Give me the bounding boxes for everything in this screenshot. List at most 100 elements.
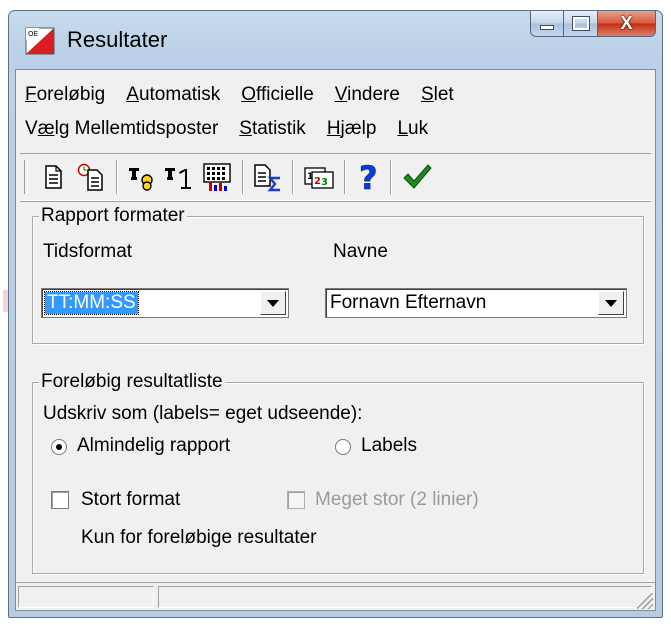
sum-report-icon bbox=[254, 164, 280, 192]
menu-label: tatistik bbox=[251, 118, 306, 139]
toolbar-grip[interactable] bbox=[24, 160, 28, 194]
names-value: Fornavn Efternavn bbox=[330, 292, 487, 313]
menu-automatisk[interactable]: Automatisk bbox=[121, 82, 225, 112]
menu-slet[interactable]: Slet bbox=[416, 82, 459, 112]
radio-normal-report[interactable] bbox=[51, 439, 67, 455]
toolbar-separator bbox=[116, 160, 118, 194]
calendar-chart-icon bbox=[203, 163, 231, 191]
document-icon bbox=[45, 165, 62, 189]
large-format-label[interactable]: Stort format bbox=[81, 489, 180, 511]
toolbar-separator bbox=[292, 160, 294, 194]
names-label: Navne bbox=[333, 241, 388, 262]
status-panel-1 bbox=[18, 586, 154, 608]
menu-label: oreløbig bbox=[36, 84, 106, 105]
menu-statistik[interactable]: Statistik bbox=[234, 116, 311, 146]
menu-label: lg Mellemtidsposter bbox=[54, 118, 219, 139]
menu-label: V bbox=[25, 118, 38, 139]
maximize-button[interactable] bbox=[564, 11, 598, 37]
prelim-results-group: Foreløbig resultatliste Udskriv som (lab… bbox=[32, 371, 644, 574]
svg-text:3: 3 bbox=[321, 177, 328, 188]
menu-officielle[interactable]: Officielle bbox=[236, 82, 319, 112]
radio-labels[interactable] bbox=[335, 439, 351, 455]
names-select[interactable]: Fornavn Efternavn bbox=[325, 288, 627, 318]
very-large-checkbox[interactable] bbox=[287, 491, 305, 509]
sum-report-button[interactable] bbox=[250, 160, 284, 194]
dropdown-button[interactable] bbox=[260, 291, 286, 315]
menu-mnemonic: æ bbox=[37, 118, 55, 139]
very-large-label: Meget stor (2 linier) bbox=[315, 489, 479, 510]
prelim-only-note: Kun for foreløbige resultater bbox=[81, 527, 317, 548]
toolbar: 1 2 3 ? bbox=[20, 153, 651, 201]
large-format-checkbox[interactable] bbox=[51, 491, 69, 509]
svg-text:2: 2 bbox=[314, 176, 321, 187]
caption-buttons: X bbox=[530, 11, 656, 41]
time-format-value: TT:MM:SS bbox=[44, 291, 139, 315]
menu-vindere[interactable]: Vindere bbox=[330, 82, 405, 112]
menu-mnemonic: O bbox=[241, 84, 257, 105]
help-icon: ? bbox=[359, 161, 378, 193]
window-title: Resultater bbox=[67, 27, 168, 52]
menu-bar-row-2: Vælg Mellemtidsposter Statistik Hjælp Lu… bbox=[20, 116, 444, 146]
numbered-cards-icon: 1 2 3 bbox=[304, 167, 334, 189]
menu-bar-row-1: Foreløbig Automatisk Officielle Vindere … bbox=[20, 82, 470, 112]
ok-button[interactable] bbox=[400, 160, 434, 194]
close-button[interactable]: X bbox=[598, 11, 656, 37]
status-panel-2 bbox=[158, 586, 652, 608]
print-as-label: Udskriv som (labels= eget udseende): bbox=[43, 403, 363, 424]
toolbar-separator bbox=[344, 160, 346, 194]
maximize-icon bbox=[572, 17, 589, 30]
menu-mnemonic: F bbox=[25, 84, 37, 105]
menu-mnemonic: L bbox=[397, 118, 409, 139]
minimize-icon bbox=[540, 25, 554, 30]
prelim-results-legend: Foreløbig resultatliste bbox=[39, 371, 225, 393]
schedule-statistics-button[interactable] bbox=[200, 160, 234, 194]
time-format-select[interactable]: TT:MM:SS bbox=[41, 288, 289, 318]
svg-text:OE: OE bbox=[28, 30, 38, 38]
menu-mnemonic: S bbox=[420, 84, 434, 105]
radio-labels-label[interactable]: Labels bbox=[361, 435, 417, 457]
menu-label: let bbox=[433, 84, 454, 105]
resize-grip[interactable] bbox=[637, 593, 653, 609]
menu-mnemonic: S bbox=[239, 118, 252, 139]
menu-mnemonic: V bbox=[334, 84, 348, 105]
menu-label: indere bbox=[347, 84, 400, 105]
svg-text:1: 1 bbox=[307, 172, 313, 182]
winners-button[interactable] bbox=[124, 160, 158, 194]
menu-label: jælp bbox=[340, 118, 377, 139]
radio-normal-report-label[interactable]: Almindelig rapport bbox=[77, 435, 230, 457]
app-flag-icon: OE bbox=[25, 27, 55, 55]
first-place-button[interactable] bbox=[162, 160, 196, 194]
title-bar[interactable]: OE Resultater X bbox=[9, 11, 662, 67]
menu-hjaelp[interactable]: Hjælp bbox=[322, 116, 382, 146]
trophy-icon bbox=[129, 168, 153, 191]
client-area: Foreløbig Automatisk Officielle Vindere … bbox=[15, 69, 656, 611]
check-icon bbox=[403, 164, 432, 189]
svg-text:?: ? bbox=[359, 161, 378, 193]
report-format-legend: Rapport formater bbox=[39, 205, 187, 227]
numbered-list-button[interactable]: 1 2 3 bbox=[302, 160, 336, 194]
menu-forelobig[interactable]: Foreløbig bbox=[20, 82, 110, 112]
minimize-button[interactable] bbox=[530, 11, 564, 37]
toolbar-separator bbox=[390, 160, 392, 194]
menu-label: fficielle bbox=[256, 84, 314, 105]
trophy-first-icon bbox=[165, 168, 191, 189]
help-button[interactable]: ? bbox=[352, 160, 386, 194]
status-bar bbox=[16, 582, 655, 611]
dropdown-button[interactable] bbox=[598, 291, 624, 315]
menu-label: uk bbox=[408, 118, 429, 139]
menu-luk[interactable]: Luk bbox=[392, 116, 433, 146]
timed-document-icon bbox=[77, 163, 103, 191]
chevron-down-icon bbox=[605, 299, 617, 307]
menu-label: utomatisk bbox=[138, 84, 221, 105]
menu-mnemonic: A bbox=[126, 84, 139, 105]
resultater-window: OE Resultater X Foreløbig Automatisk Off… bbox=[8, 10, 663, 618]
new-report-button[interactable] bbox=[36, 160, 70, 194]
time-format-label: Tidsformat bbox=[43, 241, 133, 262]
timed-report-button[interactable] bbox=[74, 160, 108, 194]
close-icon: X bbox=[620, 13, 633, 33]
report-format-group: Rapport formater Tidsformat Navne TT:MM:… bbox=[32, 205, 644, 344]
chevron-down-icon bbox=[267, 299, 279, 307]
menu-vaelg-mellemtidsposter[interactable]: Vælg Mellemtidsposter bbox=[20, 116, 223, 146]
toolbar-separator bbox=[242, 160, 244, 194]
menu-mnemonic: H bbox=[326, 118, 341, 139]
